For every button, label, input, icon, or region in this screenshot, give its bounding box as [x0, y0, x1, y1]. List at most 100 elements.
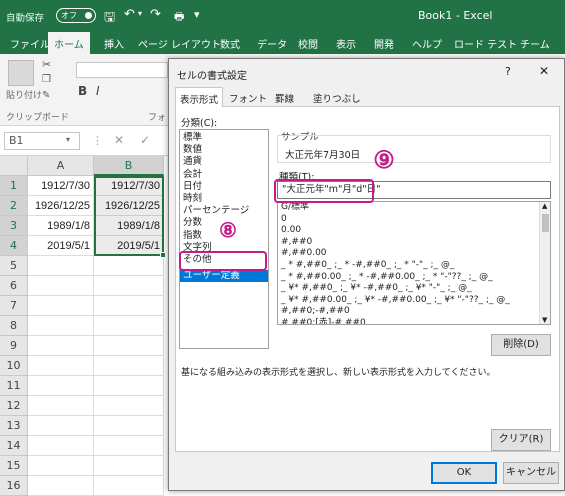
row-header[interactable]: 11 [0, 376, 28, 396]
category-item[interactable]: 数値 [180, 144, 268, 156]
cell-a[interactable] [28, 256, 94, 276]
redo-icon[interactable]: ↷ [150, 7, 161, 22]
cell-a[interactable]: 1989/1/8 [28, 216, 94, 236]
help-icon[interactable]: ? [505, 65, 511, 78]
tab-team[interactable]: チーム [520, 36, 550, 51]
cell-b[interactable] [94, 456, 164, 476]
cell-a[interactable] [28, 396, 94, 416]
format-code-item[interactable]: 0.00 [278, 225, 540, 237]
cell-a[interactable] [28, 456, 94, 476]
cell-b[interactable] [94, 436, 164, 456]
copy-icon[interactable]: ❐ [42, 74, 51, 85]
row-header[interactable]: 8 [0, 316, 28, 336]
cell-a[interactable]: 1912/7/30 [28, 176, 94, 196]
undo-dropdown-icon[interactable]: ▾ [138, 9, 142, 18]
tab-file[interactable]: ファイル [10, 36, 50, 51]
cell-b[interactable] [94, 476, 164, 496]
scroll-thumb[interactable] [542, 214, 549, 232]
format-code-item[interactable]: #,##0.00 [278, 248, 540, 260]
cell-b[interactable] [94, 376, 164, 396]
format-code-item[interactable]: #,##0;-#,##0 [278, 306, 540, 318]
cell-b[interactable] [94, 336, 164, 356]
category-item[interactable]: 日付 [180, 181, 268, 193]
tab-data[interactable]: データ [257, 36, 287, 51]
autosave-toggle[interactable]: オフ [56, 8, 96, 23]
row-header[interactable]: 16 [0, 476, 28, 496]
cell-a[interactable]: 1926/12/25 [28, 196, 94, 216]
cell-a[interactable] [28, 316, 94, 336]
clear-button[interactable]: クリア(R) [491, 429, 551, 451]
cell-b[interactable] [94, 356, 164, 376]
row-header[interactable]: 10 [0, 356, 28, 376]
italic-icon[interactable]: I [96, 84, 100, 98]
category-item[interactable]: ユーザー定義 [180, 270, 268, 283]
format-code-item[interactable]: #,##0;[赤]-#,##0 [278, 318, 540, 324]
tab-developer[interactable]: 開発 [374, 36, 394, 51]
scroll-down-icon[interactable]: ▼ [542, 316, 547, 324]
cell-b[interactable] [94, 296, 164, 316]
qat-customize-icon[interactable]: ▾ [194, 8, 200, 21]
font-name-box[interactable] [76, 62, 168, 78]
cut-icon[interactable]: ✂ [42, 58, 51, 71]
row-header[interactable]: 5 [0, 256, 28, 276]
format-code-item[interactable]: G/標準 [278, 202, 540, 214]
tab-insert[interactable]: 挿入 [104, 36, 124, 51]
category-item[interactable]: 通貨 [180, 156, 268, 168]
tab-border[interactable]: 罫線 [275, 91, 294, 105]
cell-b[interactable] [94, 396, 164, 416]
row-header[interactable]: 6 [0, 276, 28, 296]
format-code-list[interactable]: G/標準 0 0.00 #,##0 #,##0.00 _ * #,##0_ ;_ * -#… [277, 201, 551, 325]
row-header[interactable]: 1 [0, 176, 28, 196]
format-code-item[interactable]: #,##0 [278, 237, 540, 249]
cell-b[interactable] [94, 276, 164, 296]
undo-icon[interactable]: ↶ [124, 7, 135, 22]
tab-formulas[interactable]: 数式 [220, 36, 240, 51]
cell-b[interactable] [94, 416, 164, 436]
save-icon[interactable]: 🖫 [104, 8, 115, 30]
delete-button[interactable]: 削除(D) [491, 334, 551, 356]
cell-a[interactable] [28, 476, 94, 496]
category-item[interactable]: 標準 [180, 132, 268, 144]
format-code-item[interactable]: 0 [278, 214, 540, 226]
tab-help[interactable]: ヘルプ [412, 36, 442, 51]
cell-a[interactable] [28, 436, 94, 456]
bold-icon[interactable]: B [78, 84, 87, 98]
column-header-a[interactable]: A [28, 156, 94, 176]
row-header[interactable]: 2 [0, 196, 28, 216]
tab-review[interactable]: 校閲 [298, 36, 318, 51]
format-painter-icon[interactable]: ✎ [42, 90, 50, 101]
cell-a[interactable] [28, 356, 94, 376]
row-header[interactable]: 3 [0, 216, 28, 236]
enter-icon[interactable]: ✓ [140, 133, 150, 147]
fill-handle[interactable] [160, 252, 166, 258]
format-code-item[interactable]: _ ¥* #,##0.00_ ;_ ¥* -#,##0.00_ ;_ ¥* "-… [278, 295, 540, 307]
paste-label[interactable]: 貼り付け [6, 88, 42, 101]
row-header[interactable]: 15 [0, 456, 28, 476]
column-header-b[interactable]: B [94, 156, 164, 176]
paste-icon[interactable] [8, 60, 34, 86]
tab-fill[interactable]: 塗りつぶし [313, 91, 361, 105]
cancel-icon[interactable]: ✕ [114, 133, 124, 147]
category-item[interactable]: 会計 [180, 169, 268, 181]
format-code-item[interactable]: _ * #,##0.00_ ;_ * -#,##0.00_ ;_ * "-"??… [278, 272, 540, 284]
cancel-button[interactable]: キャンセル [503, 462, 559, 484]
row-header[interactable]: 14 [0, 436, 28, 456]
tab-view[interactable]: 表示 [336, 36, 356, 51]
row-header[interactable]: 4 [0, 236, 28, 256]
row-header[interactable]: 12 [0, 396, 28, 416]
format-code-item[interactable]: _ ¥* #,##0_ ;_ ¥* -#,##0_ ;_ ¥* "-"_ ;_ … [278, 283, 540, 295]
select-all-corner[interactable] [0, 156, 28, 176]
cell-a[interactable] [28, 336, 94, 356]
cell-a[interactable] [28, 296, 94, 316]
format-code-item[interactable]: _ * #,##0_ ;_ * -#,##0_ ;_ * "-"_ ;_ @_ [278, 260, 540, 272]
row-header[interactable]: 9 [0, 336, 28, 356]
print-preview-icon[interactable]: 🖶 [174, 8, 184, 27]
cell-a[interactable] [28, 276, 94, 296]
tab-load-test[interactable]: ロード テスト [454, 36, 517, 51]
cell-a[interactable] [28, 376, 94, 396]
scroll-up-icon[interactable]: ▲ [542, 202, 547, 210]
category-item[interactable]: パーセンテージ [180, 205, 268, 217]
category-item[interactable]: 時刻 [180, 193, 268, 205]
cell-b[interactable] [94, 256, 164, 276]
row-header[interactable]: 7 [0, 296, 28, 316]
